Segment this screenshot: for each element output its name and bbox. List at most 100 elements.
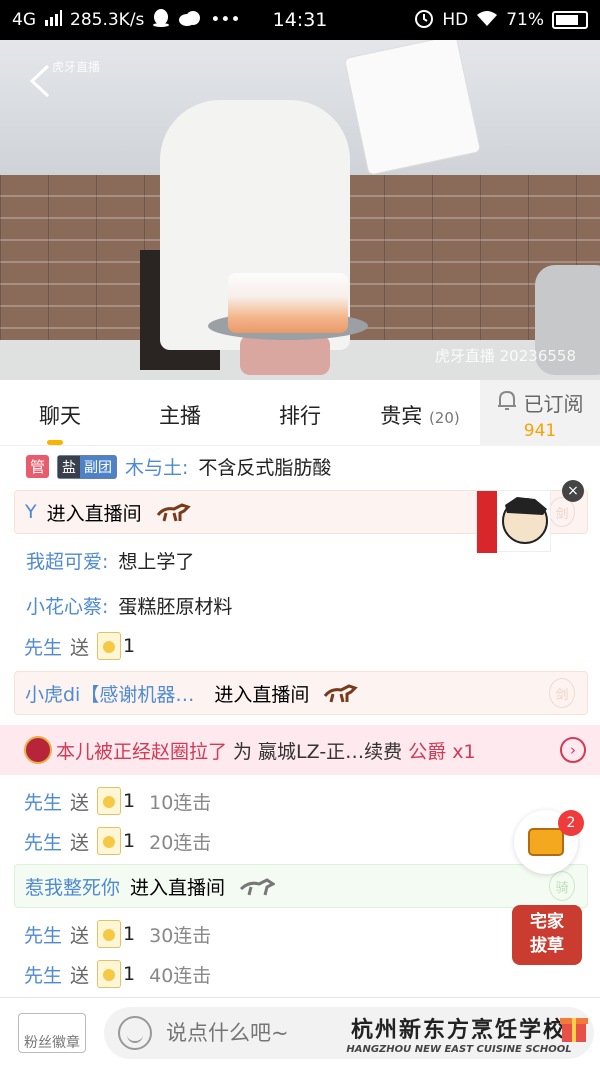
battery-icon (552, 11, 588, 29)
status-bar: 4G 285.3K/s ••• 14:31 HD 71% (0, 0, 600, 40)
gift-verb: 送 (70, 791, 90, 814)
enter-text: 进入直播间 (214, 683, 310, 706)
gift-bag-icon (97, 920, 122, 948)
chat-text: 不含反式脂肪酸 (198, 457, 332, 479)
chat-username[interactable]: 我超可爱: (26, 547, 108, 574)
tab-ranking-label: 排行 (279, 404, 321, 428)
gift-combo: 30连击 (149, 924, 212, 947)
chat-text: 蛋糕胚原材料 (118, 596, 233, 618)
chat-text: 想上学了 (118, 551, 195, 573)
chat-username[interactable]: 先生 (24, 633, 62, 660)
video-cake-base (240, 335, 330, 375)
school-name-en: HANGZHOU NEW EAST CUISINE SCHOOL (346, 1044, 572, 1055)
video-cake (228, 273, 348, 333)
live-video[interactable]: 虎牙直播 虎牙直播 20236558 (0, 40, 600, 380)
watermark-bottom: 虎牙直播 20236558 (434, 347, 576, 365)
chat-message: 管 盐 副团 木与土: 不含反式脂肪酸 (26, 453, 600, 480)
tab-vip[interactable]: 贵宾 (20) (360, 380, 480, 445)
tab-ranking[interactable]: 排行 (240, 380, 360, 445)
hd-indicator: HD (442, 10, 469, 30)
fan-badge-team: 副团 (80, 455, 117, 478)
enter-text: 进入直播间 (130, 876, 226, 899)
tab-chat-label: 聊天 (39, 404, 81, 428)
chat-username[interactable]: 先生 (24, 921, 62, 948)
fan-badge-label: 粉丝徽章 (24, 1035, 80, 1051)
gift-qty: 1 (123, 830, 136, 852)
level-mark: 剑 (549, 678, 575, 708)
enter-text: 进入直播间 (46, 502, 142, 525)
gift-bag-icon (97, 827, 122, 855)
gift-verb: 送 (70, 964, 90, 987)
subscribe-label: 已订阅 (523, 392, 584, 416)
school-watermark: 杭州新东方烹饪学校 HANGZHOU NEW EAST CUISINE SCHO… (334, 1012, 584, 1055)
stay-home-promo-line1: 宅家 (530, 912, 564, 932)
chat-username[interactable]: 先生 (24, 961, 62, 988)
gift-message: 先生 送 1 40连击 (24, 960, 600, 988)
gift-combo: 20连击 (149, 831, 212, 854)
signal-icon (44, 9, 62, 31)
gift-combo: 40连击 (149, 964, 212, 987)
gift-icon[interactable] (560, 1010, 588, 1044)
subscribe-button[interactable]: 已订阅 941 (480, 380, 600, 446)
chat-username[interactable]: 先生 (24, 788, 62, 815)
tab-host-label: 主播 (159, 404, 201, 428)
battery-percent: 71% (506, 10, 544, 30)
alarm-icon (414, 8, 434, 33)
gift-qty: 1 (123, 963, 136, 985)
chevron-left-icon (29, 64, 50, 98)
stay-home-promo[interactable]: 宅家 拔草 (512, 905, 582, 965)
fan-badge-salt: 盐 (58, 455, 81, 478)
network-indicator: 4G (12, 10, 36, 30)
gift-combo: 10连击 (149, 791, 212, 814)
horse-icon (324, 684, 359, 703)
chat-username[interactable]: 先生 (24, 828, 62, 855)
subscriber-count: 941 (523, 421, 557, 441)
gift-qty: 1 (123, 635, 136, 657)
more-notifications: ••• (210, 10, 241, 30)
horse-icon (156, 503, 191, 522)
net-speed: 285.3K/s (70, 10, 145, 30)
manager-badge: 管 (26, 455, 50, 478)
chat-username[interactable]: 小花心蔡: (26, 592, 108, 619)
level-mark: 骑 (549, 871, 575, 901)
wolf-icon (239, 878, 276, 896)
back-button[interactable] (26, 62, 54, 100)
gift-qty: 1 (123, 790, 136, 812)
gift-bag-icon (97, 960, 122, 988)
enter-notice: 惹我整死你 进入直播间 骑 (14, 864, 588, 908)
banner-rank: 公爵 x1 (408, 740, 476, 763)
fan-badge-button[interactable]: 粉丝徽章 (18, 1013, 86, 1053)
tab-vip-label: 贵宾 (380, 404, 423, 428)
tab-bar: 聊天 主播 排行 贵宾 (20) 已订阅 941 (0, 380, 600, 446)
cloud-icon (178, 10, 202, 31)
game-promo-icon (477, 491, 548, 553)
gift-message: 先生 送 1 10连击 (24, 787, 600, 815)
gift-verb: 送 (70, 636, 90, 659)
enter-notice: 小虎di【感谢机器… 进入直播间 剑 (14, 671, 588, 715)
chat-username[interactable]: 惹我整死你 (25, 873, 120, 900)
chat-username[interactable]: 木与土: (125, 453, 188, 480)
tab-host[interactable]: 主播 (120, 380, 240, 445)
tab-chat[interactable]: 聊天 (0, 380, 120, 445)
gift-verb: 送 (70, 924, 90, 947)
noble-renewal-banner[interactable]: 本儿被正经赵圈拉了 为 嬴城LZ-正…续费 公爵 x1 › (0, 725, 600, 775)
close-promo-button[interactable]: × (562, 480, 584, 502)
game-promo[interactable] (476, 490, 551, 553)
chat-username[interactable]: 小虎di【感谢机器… (25, 680, 194, 707)
bell-icon (496, 390, 523, 415)
gift-qty: 1 (123, 923, 136, 945)
banner-username[interactable]: 本儿被正经赵圈拉了 (56, 737, 227, 764)
wifi-icon (476, 9, 498, 32)
gift-bag-icon (97, 787, 122, 815)
fan-group-badge: 盐 副团 (57, 454, 118, 479)
gift-bag-icon (97, 632, 122, 660)
treasure-chest-icon (528, 828, 564, 856)
tab-vip-count: (20) (428, 409, 460, 427)
video-chef-hat (343, 40, 482, 176)
gift-verb: 送 (70, 831, 90, 854)
chevron-right-icon[interactable]: › (560, 737, 586, 763)
gift-message: 先生 送 1 (24, 632, 600, 660)
emoji-icon[interactable] (118, 1016, 152, 1050)
chat-username[interactable]: Y (25, 501, 37, 523)
school-name-cn: 杭州新东方烹饪学校 (350, 1018, 567, 1043)
